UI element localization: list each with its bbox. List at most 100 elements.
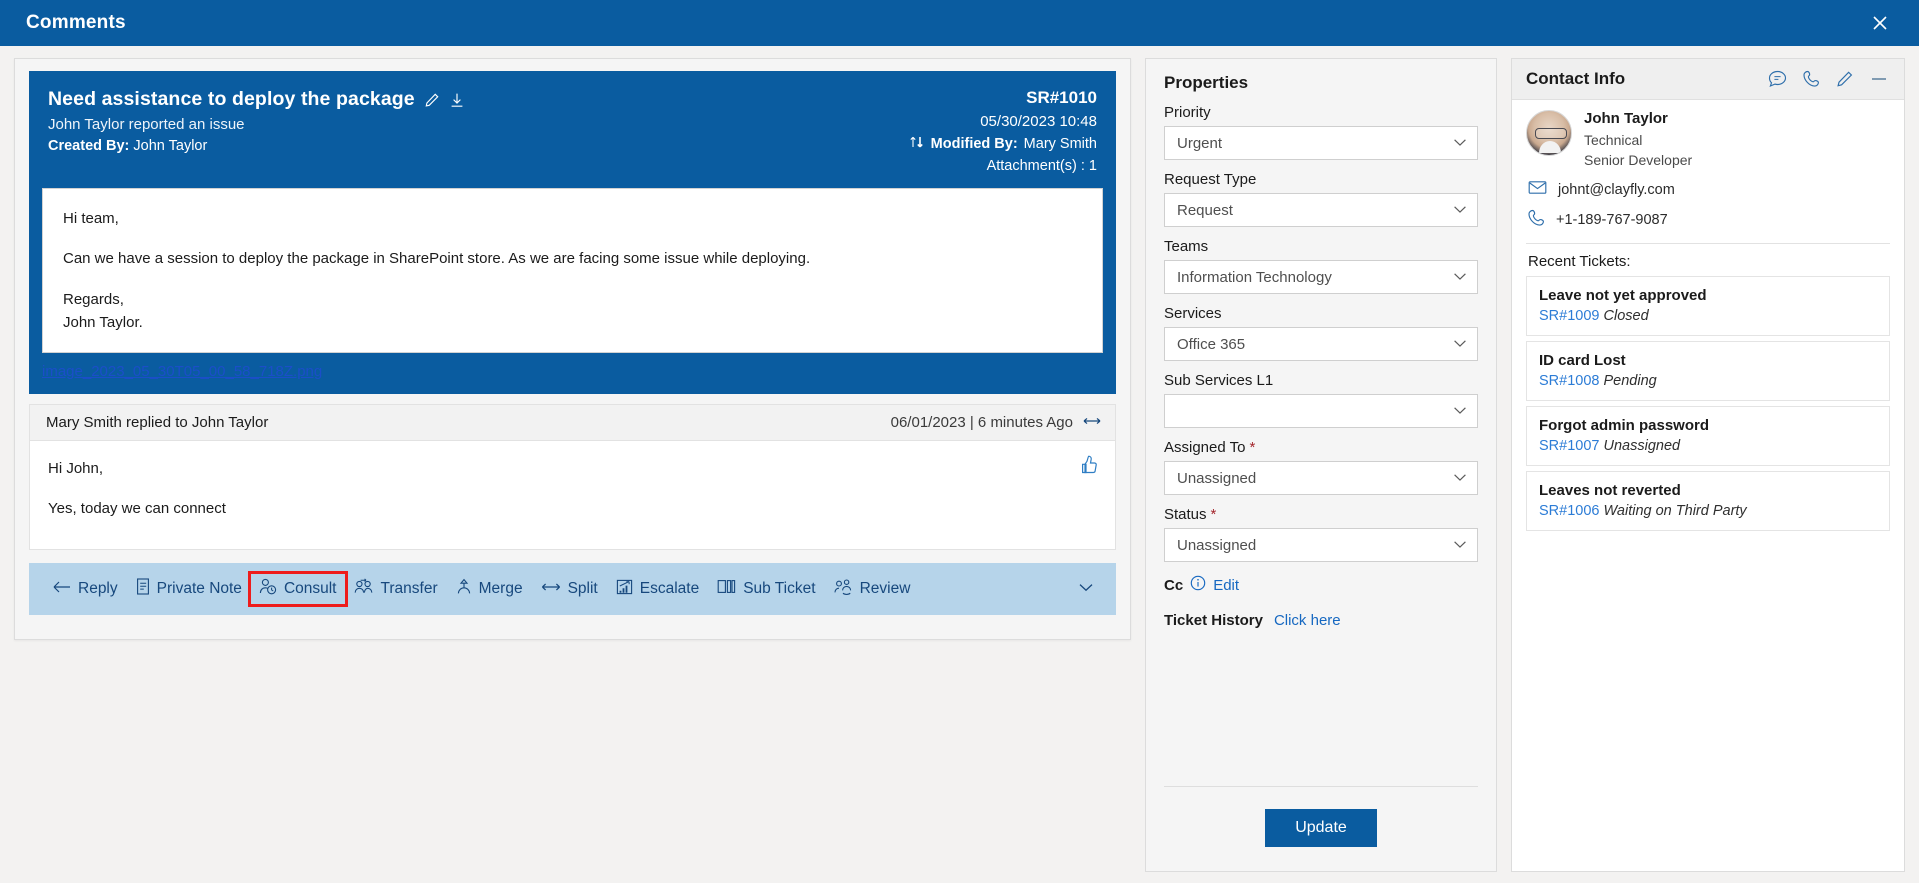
action-private-note[interactable]: Private Note <box>127 574 251 604</box>
required-marker: * <box>1249 439 1255 456</box>
field-label: Services <box>1164 305 1478 322</box>
ticket-modified-row: Modified By: Mary Smith <box>909 135 1097 153</box>
action-label: Escalate <box>640 580 699 598</box>
chevron-down-icon <box>1453 469 1467 487</box>
list-item[interactable]: Forgot admin password SR#1007 Unassigned <box>1526 406 1890 466</box>
message-signoff: Regards, <box>63 288 1082 311</box>
reply-date: 06/01/2023 | 6 minutes Ago <box>891 414 1073 431</box>
info-circle-icon[interactable] <box>1190 575 1206 596</box>
note-icon <box>136 578 150 600</box>
ticket-sr-number: SR#1010 <box>1026 88 1097 108</box>
cc-label: Cc <box>1164 577 1183 594</box>
escalate-chart-icon <box>616 579 633 600</box>
recent-tickets-label: Recent Tickets: <box>1528 253 1890 270</box>
ticket-header: Need assistance to deploy the package Jo… <box>30 72 1115 188</box>
reply-meta: 06/01/2023 | 6 minutes Ago <box>891 414 1101 431</box>
contact-info-title: Contact Info <box>1526 69 1625 89</box>
action-sub-ticket[interactable]: Sub Ticket <box>708 575 824 603</box>
action-review[interactable]: Review <box>825 574 920 604</box>
edit-pencil-icon[interactable] <box>1836 70 1854 88</box>
reply-arrow-icon <box>52 580 71 599</box>
phone-icon <box>1528 209 1545 232</box>
status-select[interactable]: Unassigned <box>1164 528 1478 562</box>
minimize-icon[interactable] <box>1870 76 1888 82</box>
recent-tickets-list: Leave not yet approved SR#1009 Closed ID… <box>1526 276 1890 541</box>
attachments-count: 1 <box>1089 158 1097 174</box>
action-label: Private Note <box>157 580 242 598</box>
recent-ticket-sr[interactable]: SR#1006 <box>1539 503 1599 519</box>
message-signature: John Taylor. <box>63 311 1082 334</box>
thumbs-up-icon[interactable] <box>1080 453 1099 479</box>
priority-select[interactable]: Urgent <box>1164 126 1478 160</box>
sub-services-l1-select[interactable] <box>1164 394 1478 428</box>
recent-ticket-sr[interactable]: SR#1009 <box>1539 308 1599 324</box>
contact-name: John Taylor <box>1584 110 1692 127</box>
created-by-value: John Taylor <box>133 138 207 154</box>
contact-email-row[interactable]: johnt@clayfly.com <box>1526 180 1890 200</box>
action-consult[interactable]: Consult <box>251 574 345 604</box>
action-split[interactable]: Split <box>532 576 607 602</box>
message-greeting: Hi team, <box>63 207 1082 230</box>
label-text: Assigned To <box>1164 439 1245 456</box>
field-sub-services-l1: Sub Services L1 <box>1164 372 1478 439</box>
reply-header: Mary Smith replied to John Taylor 06/01/… <box>29 404 1116 440</box>
action-merge[interactable]: Merge <box>447 574 532 604</box>
recent-ticket-meta: SR#1008 Pending <box>1539 373 1877 389</box>
cc-edit-link[interactable]: Edit <box>1213 577 1239 594</box>
recent-ticket-title: Leaves not reverted <box>1539 482 1877 499</box>
chevron-down-icon <box>1453 335 1467 353</box>
contact-info-panel: Contact Info John Taylor <box>1511 58 1905 872</box>
recent-ticket-status: Unassigned <box>1604 438 1681 454</box>
ticket-header-block: Need assistance to deploy the package Jo… <box>29 71 1116 394</box>
services-select[interactable]: Office 365 <box>1164 327 1478 361</box>
phone-icon[interactable] <box>1803 70 1820 88</box>
contact-phone-row[interactable]: +1-189-767-9087 <box>1526 209 1890 232</box>
action-escalate[interactable]: Escalate <box>607 575 708 604</box>
recent-ticket-title: Leave not yet approved <box>1539 287 1877 304</box>
ticket-history-link[interactable]: Click here <box>1274 612 1341 629</box>
action-label: Sub Ticket <box>743 580 815 598</box>
action-label: Reply <box>78 580 118 598</box>
field-assigned-to: Assigned To * Unassigned <box>1164 439 1478 506</box>
attachment-link[interactable]: image_2023_05_30T05_00_58_718Z.png <box>42 363 322 380</box>
download-icon[interactable] <box>449 92 465 108</box>
original-message-box: Hi team, Can we have a session to deploy… <box>42 188 1103 353</box>
sort-arrows-icon[interactable] <box>909 135 925 153</box>
select-value: Urgent <box>1177 135 1453 152</box>
pencil-icon[interactable] <box>424 92 440 108</box>
action-transfer[interactable]: Transfer <box>345 574 447 604</box>
select-value: Office 365 <box>1177 336 1453 353</box>
recent-ticket-sr[interactable]: SR#1007 <box>1539 438 1599 454</box>
list-item[interactable]: Leaves not reverted SR#1006 Waiting on T… <box>1526 471 1890 531</box>
recent-ticket-title: Forgot admin password <box>1539 417 1877 434</box>
update-button[interactable]: Update <box>1265 809 1377 847</box>
chevron-down-icon[interactable] <box>1076 580 1100 598</box>
contact-email: johnt@clayfly.com <box>1558 182 1675 198</box>
close-icon[interactable] <box>1863 6 1897 40</box>
assigned-to-select[interactable]: Unassigned <box>1164 461 1478 495</box>
ticket-header-left: Need assistance to deploy the package Jo… <box>48 88 465 174</box>
chevron-down-icon <box>1453 201 1467 219</box>
recent-ticket-status: Pending <box>1604 373 1657 389</box>
list-item[interactable]: Leave not yet approved SR#1009 Closed <box>1526 276 1890 336</box>
ticket-created-by: Created By: John Taylor <box>48 138 465 154</box>
recent-ticket-status: Closed <box>1604 308 1649 324</box>
required-marker: * <box>1211 506 1217 523</box>
action-reply[interactable]: Reply <box>43 576 127 603</box>
recent-ticket-sr[interactable]: SR#1008 <box>1539 373 1599 389</box>
properties-title: Properties <box>1164 73 1478 93</box>
request-type-select[interactable]: Request <box>1164 193 1478 227</box>
contact-phone: +1-189-767-9087 <box>1556 212 1668 228</box>
contact-person: John Taylor Technical Senior Developer <box>1526 110 1890 171</box>
chevron-down-icon <box>1453 268 1467 286</box>
field-request-type: Request Type Request <box>1164 171 1478 238</box>
contact-header-icons <box>1768 70 1888 88</box>
divider <box>1526 243 1890 244</box>
field-label: Priority <box>1164 104 1478 121</box>
list-item[interactable]: ID card Lost SR#1008 Pending <box>1526 341 1890 401</box>
expand-horizontal-icon[interactable] <box>1083 414 1101 431</box>
contact-role: Senior Developer <box>1584 150 1692 170</box>
chevron-down-icon <box>1453 402 1467 420</box>
teams-select[interactable]: Information Technology <box>1164 260 1478 294</box>
chat-icon[interactable] <box>1768 70 1787 88</box>
